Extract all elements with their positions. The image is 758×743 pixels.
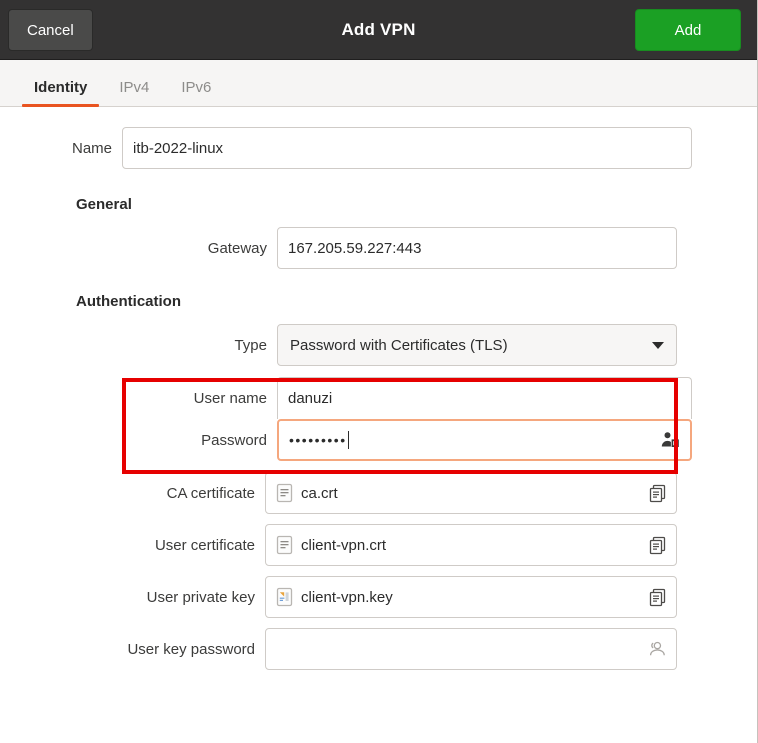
- user-name-input[interactable]: danuzi: [277, 377, 692, 419]
- password-store-icon[interactable]: [660, 430, 680, 450]
- chevron-down-icon: [652, 341, 664, 349]
- ca-certificate-file-button[interactable]: ca.crt: [265, 472, 677, 514]
- tab-bar: Identity IPv4 IPv6: [0, 60, 757, 107]
- password-row: Password •••••••••: [0, 419, 692, 461]
- ca-certificate-row: CA certificate ca.crt: [0, 472, 677, 514]
- user-private-key-row: User private key client-vpn.key: [0, 576, 677, 618]
- name-input-value: itb-2022-linux: [133, 139, 224, 157]
- user-private-key-label: User private key: [146, 588, 255, 606]
- user-private-key-file-name: client-vpn.key: [301, 588, 393, 606]
- authentication-section-title: Authentication: [76, 293, 181, 310]
- text-caret: [347, 431, 349, 449]
- name-label: Name: [71, 139, 112, 157]
- user-key-password-row: User key password: [0, 628, 677, 670]
- general-section-title: General: [76, 196, 132, 213]
- text-document-icon: [276, 483, 293, 503]
- user-private-key-file-button[interactable]: client-vpn.key: [265, 576, 677, 618]
- user-certificate-row: User certificate client-vpn.crt: [0, 524, 677, 566]
- user-key-password-label: User key password: [127, 640, 255, 658]
- user-key-password-input[interactable]: [265, 628, 677, 670]
- auth-type-row: Type Password with Certificates (TLS): [0, 324, 677, 366]
- dialog-header-bar: Cancel Add VPN Add: [0, 0, 757, 60]
- add-button-label: Add: [674, 21, 702, 39]
- ca-certificate-file-name: ca.crt: [301, 484, 338, 502]
- copy-document-icon[interactable]: [647, 483, 668, 504]
- cancel-button-label: Cancel: [27, 21, 74, 39]
- gateway-row: Gateway 167.205.59.227:443: [0, 227, 677, 269]
- password-input-value: •••••••••: [289, 432, 347, 448]
- name-row: Name itb-2022-linux: [0, 127, 692, 169]
- add-vpn-dialog: Cancel Add VPN Add Identity IPv4 IPv6 Na…: [0, 0, 758, 743]
- ca-certificate-label: CA certificate: [166, 484, 255, 502]
- tab-ipv4-label: IPv4: [119, 79, 150, 96]
- text-document-icon: [276, 535, 293, 555]
- user-name-label: User name: [193, 389, 267, 407]
- add-button[interactable]: Add: [635, 9, 741, 51]
- copy-document-icon[interactable]: [647, 587, 668, 608]
- tab-ipv6[interactable]: IPv6: [165, 79, 227, 106]
- dialog-title-text: Add VPN: [341, 19, 416, 39]
- tab-identity-label: Identity: [34, 79, 88, 96]
- password-label: Password: [201, 431, 267, 449]
- name-input[interactable]: itb-2022-linux: [122, 127, 692, 169]
- cancel-button[interactable]: Cancel: [8, 9, 93, 51]
- auth-type-dropdown[interactable]: Password with Certificates (TLS): [277, 324, 677, 366]
- tab-ipv6-label: IPv6: [181, 79, 212, 96]
- user-certificate-file-button[interactable]: client-vpn.crt: [265, 524, 677, 566]
- user-name-row: User name danuzi: [0, 377, 692, 419]
- gateway-input[interactable]: 167.205.59.227:443: [277, 227, 677, 269]
- gateway-label: Gateway: [207, 239, 267, 257]
- contacts-person-icon[interactable]: [646, 639, 666, 659]
- user-certificate-label: User certificate: [154, 536, 255, 554]
- auth-type-label: Type: [234, 336, 267, 354]
- tab-ipv4[interactable]: IPv4: [103, 79, 165, 106]
- password-input[interactable]: •••••••••: [277, 419, 692, 461]
- auth-type-value: Password with Certificates (TLS): [290, 336, 508, 354]
- tab-identity[interactable]: Identity: [18, 79, 103, 107]
- gateway-input-value: 167.205.59.227:443: [288, 239, 422, 257]
- user-name-input-value: danuzi: [288, 390, 333, 407]
- key-document-icon: [276, 587, 293, 607]
- user-certificate-file-name: client-vpn.crt: [301, 536, 387, 554]
- copy-document-icon[interactable]: [647, 535, 668, 556]
- identity-form: Name itb-2022-linux General Gateway 167.…: [0, 107, 757, 743]
